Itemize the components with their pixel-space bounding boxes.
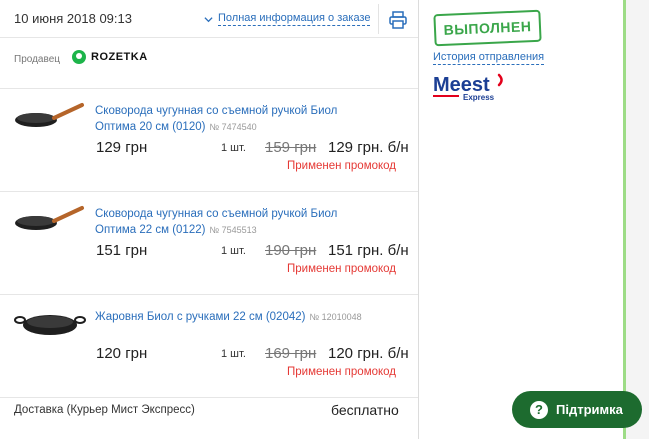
product-link[interactable]: Сковорода чугунная со съемной ручкой Био… (95, 206, 375, 238)
product-image-skillet (15, 103, 84, 127)
rozetka-logo-icon (72, 50, 86, 64)
promo-applied-label: Применен промокод (287, 160, 397, 172)
product-image-braising-pan (14, 315, 86, 335)
order-item: Жаровня Биол с ручками 22 см (02042) № 12… (0, 295, 418, 398)
page-edge (626, 0, 649, 439)
product-link[interactable]: Жаровня Биол с ручками 22 см (02042) № 12… (95, 309, 375, 325)
product-sku: № 12010048 (309, 312, 362, 322)
seller-logo: ROZETKA (72, 50, 148, 64)
delivery-cost: бесплатно (331, 402, 399, 418)
total-price: 151 грн. б/н (328, 242, 409, 259)
unit-price: 129 грн (96, 139, 148, 156)
order-item: Сковорода чугунная со съемной ручкой Био… (0, 89, 418, 192)
quantity: 1 шт. (221, 245, 246, 257)
seller-name: ROZETKA (91, 51, 148, 63)
unit-price: 120 грн (96, 345, 148, 362)
quantity: 1 шт. (221, 348, 246, 360)
full-order-info-link[interactable]: Полная информация о заказе (204, 12, 371, 26)
shipment-history-link[interactable]: История отправления (433, 51, 545, 65)
product-sku: № 7474540 (209, 122, 257, 132)
promo-applied-label: Применен промокод (287, 263, 397, 275)
printer-icon[interactable] (388, 10, 408, 30)
seller-row: Продавец ROZETKA (0, 38, 418, 89)
order-item: Сковорода чугунная со съемной ручкой Био… (0, 192, 418, 295)
seller-label: Продавец (14, 54, 60, 65)
old-price: 190 грн (265, 242, 317, 259)
delivery-label: Доставка (Курьер Мист Экспресс) (14, 404, 195, 416)
order-date: 10 июня 2018 09:13 (14, 11, 132, 26)
header-divider (378, 4, 379, 34)
order-details-panel: 10 июня 2018 09:13 Полная информация о з… (0, 0, 419, 439)
support-button[interactable]: ? Підтримка (512, 391, 642, 428)
chevron-down-icon (204, 16, 213, 22)
unit-price: 151 грн (96, 242, 148, 259)
support-label: Підтримка (556, 402, 623, 417)
order-status-stamp: ВЫПОЛНЕН (433, 9, 542, 47)
total-price: 129 грн. б/н (328, 139, 409, 156)
product-image-skillet (15, 206, 84, 230)
order-header: 10 июня 2018 09:13 Полная информация о з… (0, 0, 418, 38)
full-order-info-label: Полная информация о заказе (218, 12, 371, 26)
carrier-logo-sub: Express (463, 93, 495, 102)
question-icon: ? (530, 400, 548, 419)
product-sku: № 7545513 (209, 225, 257, 235)
old-price: 159 грн (265, 139, 317, 156)
delivery-row: Доставка (Курьер Мист Экспресс) бесплатн… (0, 396, 418, 426)
promo-applied-label: Применен промокод (287, 366, 397, 378)
product-link[interactable]: Сковорода чугунная со съемной ручкой Био… (95, 103, 375, 135)
old-price: 169 грн (265, 345, 317, 362)
quantity: 1 шт. (221, 142, 246, 154)
product-title: Жаровня Биол с ручками 22 см (02042) (95, 311, 306, 323)
order-status-panel (419, 0, 623, 439)
total-price: 120 грн. б/н (328, 345, 409, 362)
meest-express-logo: Meest Express (433, 73, 503, 102)
